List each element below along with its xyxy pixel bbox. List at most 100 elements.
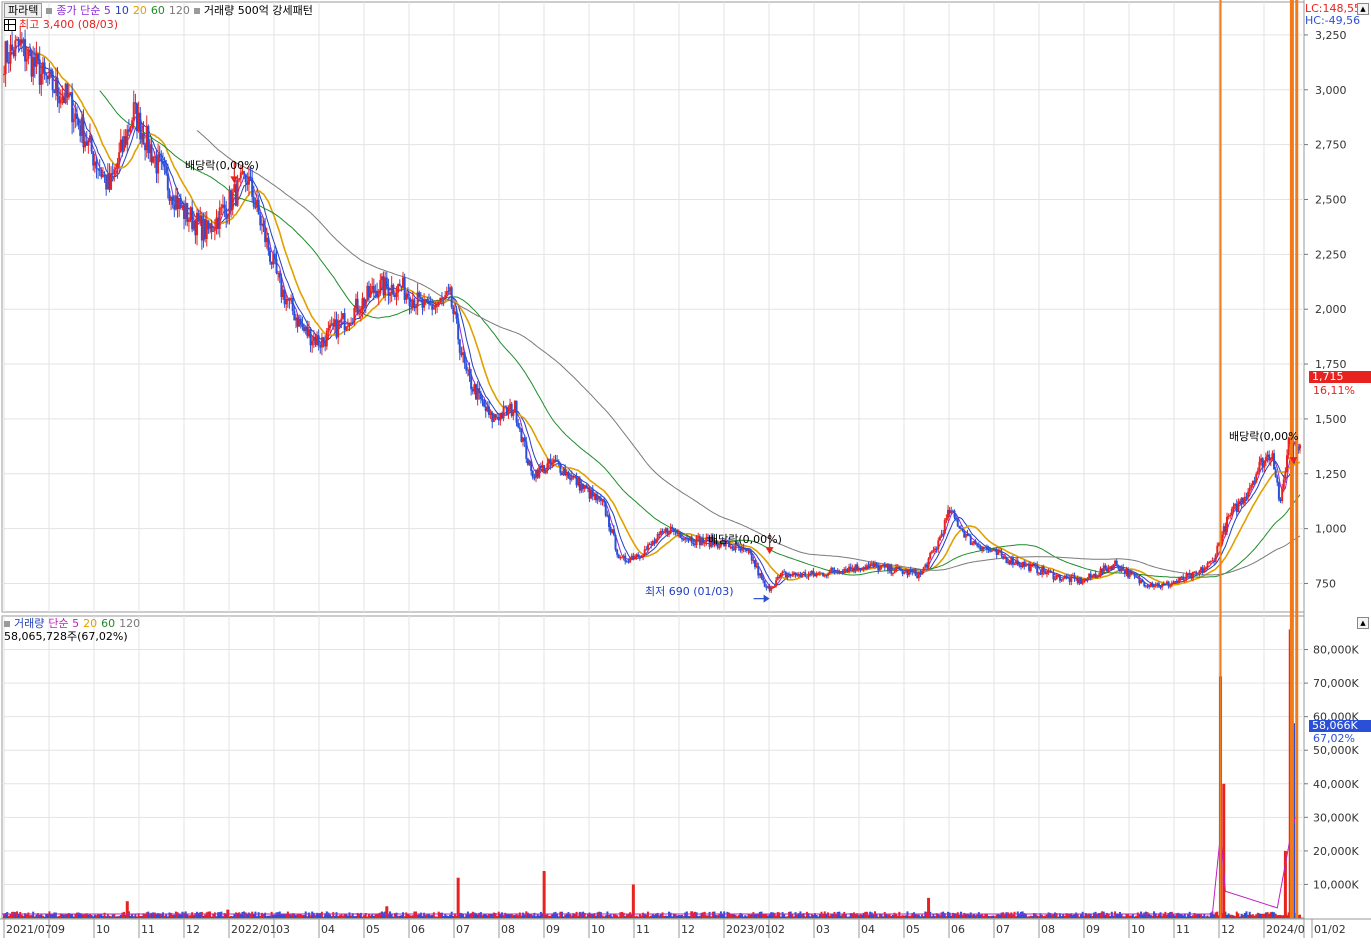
candle-body [833,569,836,572]
stock-tab[interactable]: 파라텍 [4,3,43,18]
candle-body [990,550,993,552]
candle-body [1081,582,1084,584]
candle-body [1169,585,1172,587]
candle-body [87,139,90,146]
candle-body [585,485,588,489]
candle-body [95,161,98,169]
candle-body [186,203,189,222]
legend-vma5: 단순 5 [48,617,80,630]
candle-body [1049,570,1052,573]
x-tick-label: 2021/07 [6,923,52,936]
stock-chart: 750 1,000 1,250 1,500 1,750 2,000 2,250 2,500 2,… [0,0,1371,940]
candle-body [364,299,367,307]
candle-body [531,471,534,478]
candle-body [875,563,878,566]
volume-tick-label: 20,000K [1313,845,1359,858]
candle-body [945,518,948,521]
candle-body [512,411,515,416]
legend-ma120: 120 [168,4,190,17]
candle-body [262,223,265,227]
candle-body [1198,570,1201,573]
candle-body [778,576,781,578]
x-tick-label: 11 [1176,923,1190,936]
ma-line-20 [34,51,1301,586]
candle-body [317,335,320,346]
volume-tick-label: 80,000K [1313,644,1359,657]
candle-body [1013,563,1016,565]
candle-body [340,318,343,323]
candle-body [731,546,734,549]
candle-body [616,549,619,555]
candle-body [299,318,302,325]
price-pane-scroll-up-icon[interactable]: ▲ [1357,3,1369,15]
candle-body [37,53,40,60]
candle-body [899,568,902,571]
candle-body [828,570,831,574]
legend-ma60: 60 [150,4,165,17]
candle-body [692,542,695,545]
candle-body [97,168,100,170]
candle-body [45,72,48,76]
candle-body [523,437,526,442]
x-tick-label: 04 [321,923,335,936]
candle-body [517,422,520,428]
x-tick-label: 10 [1131,923,1145,936]
candle-body [1258,461,1261,471]
legend-ma5: 종가 단순 5 [56,4,111,17]
candle-body [1016,560,1019,566]
candle-body [645,549,648,551]
candle-body [1154,585,1157,587]
candle-body [794,572,797,575]
volume-spike-bar [631,884,635,918]
x-tick-label: 12 [681,923,695,936]
candle-body [976,543,979,546]
candle-body [1011,557,1014,565]
candle-body [75,113,78,119]
grid-toggle-icon[interactable] [4,19,16,31]
candle-body [116,162,119,168]
candle-body [927,558,930,568]
candle-body [267,237,270,251]
candle-body [788,574,791,576]
candle-body [158,154,161,159]
candle-body [1276,476,1279,483]
candle-body [1052,572,1055,580]
candle-body [419,297,422,299]
candle-body [551,463,554,465]
volume-spike-bar [1222,783,1226,918]
volume-ma5-line [1,817,1296,915]
candle-body [359,310,362,314]
candle-body [955,517,958,520]
candle-body [640,556,643,558]
moving-average-layer [10,40,1301,589]
candle-body [1164,583,1167,585]
candle-body [943,520,946,534]
candle-body [50,69,53,72]
legend-ma20: 20 [132,4,147,17]
candle-body [71,92,74,123]
candle-body [903,571,906,574]
candle-body [1226,516,1229,532]
x-tick-label: 10 [96,923,110,936]
candle-body [465,363,468,371]
candle-body [930,551,933,554]
candle-body [51,71,54,91]
candle-body [775,580,778,587]
x-tick-label: 06 [951,923,965,936]
candle-body [427,301,430,305]
candle-body [515,400,518,423]
candle-body [1273,453,1276,470]
candle-body [213,229,216,231]
candle-body [773,586,776,588]
candle-body [668,533,671,535]
dividend-note-3: 배당락(0,00% [1229,430,1299,443]
candle-body [468,369,471,376]
candle-body [1206,563,1209,568]
candle-body [288,298,291,301]
candle-body [408,297,411,306]
volume-pane-scroll-up-icon[interactable]: ▲ [1357,617,1369,629]
candle-body [556,459,559,461]
candle-body [937,540,940,550]
candle-body [961,528,964,531]
candle-body [1096,576,1099,578]
